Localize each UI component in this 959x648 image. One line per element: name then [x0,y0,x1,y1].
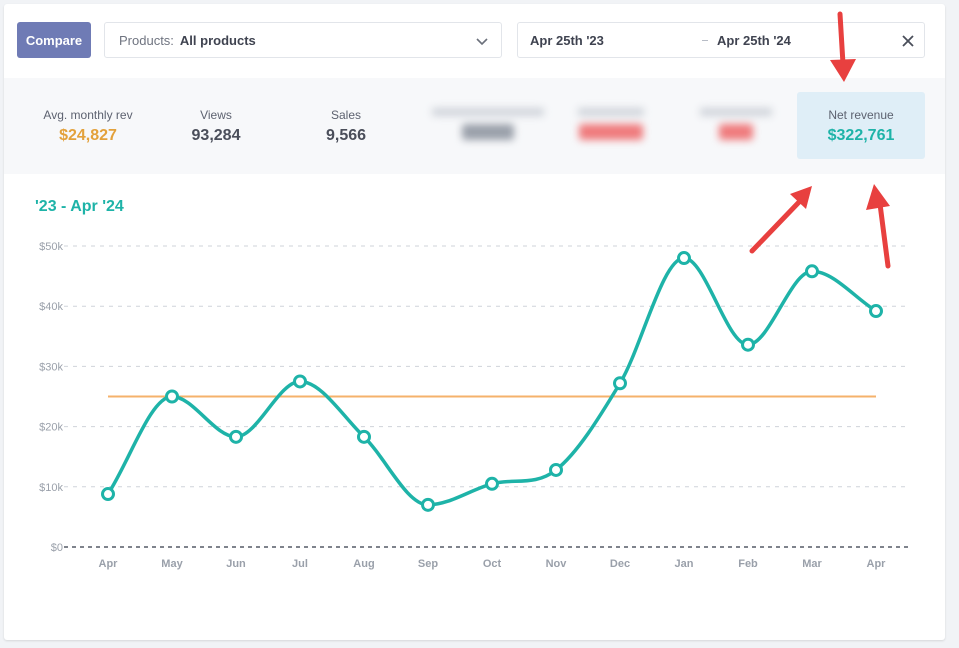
x-tick-label: Dec [610,558,630,570]
data-point [869,304,883,319]
x-tick-label: Feb [738,558,758,570]
x-tick-label: Sep [418,558,438,570]
data-point [805,264,819,279]
data-point [549,462,563,477]
x-tick-label: Jun [226,558,246,570]
x-tick-label: Aug [353,558,374,570]
x-tick-label: Jul [292,558,308,570]
data-point [421,497,435,512]
x-tick-label: Jan [675,558,694,570]
data-point [741,337,755,352]
y-tick-label: $30k [39,361,63,373]
x-tick-label: Apr [867,558,887,570]
data-point [357,429,371,444]
x-tick-label: Oct [483,558,502,570]
data-point [485,476,499,491]
y-tick-label: $50k [39,241,63,253]
y-tick-label: $0 [51,542,63,554]
data-point [293,374,307,389]
revenue-line-chart: $0 $10k $20k $30k $40k $50k Apr May Jun Jul Aug Sep… [39,241,910,570]
x-tick-label: May [161,558,183,570]
data-point [165,389,179,404]
y-tick-label: $40k [39,301,63,313]
data-point [677,251,691,266]
data-point [101,487,115,502]
analytics-card: Compare Products: All products Apr 25th … [4,4,945,640]
data-point [613,376,627,391]
x-tick-label: Nov [546,558,568,570]
x-tick-label: Apr [99,558,119,570]
revenue-series-line [106,256,877,507]
y-tick-label: $10k [39,482,63,494]
x-tick-label: Mar [802,558,822,570]
y-tick-label: $20k [39,422,63,434]
data-point [229,429,243,444]
